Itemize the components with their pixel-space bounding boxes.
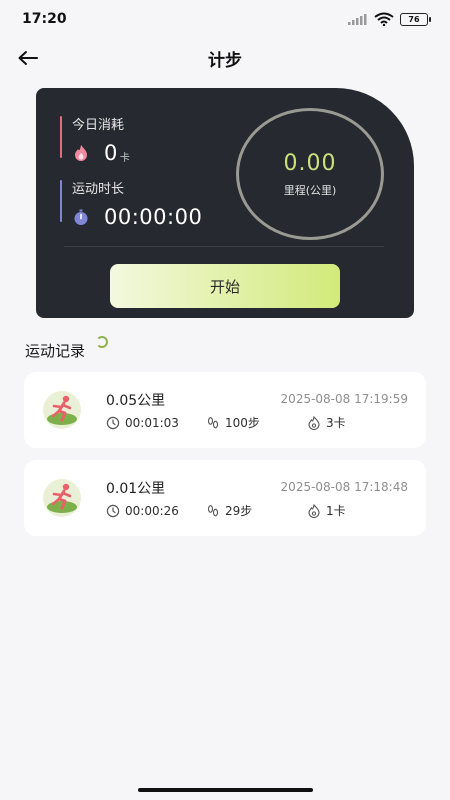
record-meta: 00:01:03 100步 3卡 <box>106 414 346 431</box>
duration-value-row: 00:00:00 <box>72 205 202 229</box>
record-datetime: 2025-08-08 17:18:48 <box>280 480 408 494</box>
record-distance: 0.05公里 <box>106 393 166 409</box>
calories-unit: 卡 <box>119 152 130 164</box>
duration-value: 00:00:00 <box>104 205 203 229</box>
record-calories: 1卡 <box>326 504 346 518</box>
record-steps-item: 29步 <box>206 502 307 519</box>
record-duration: 00:00:26 <box>125 503 179 518</box>
signal-icon <box>348 14 367 25</box>
start-button[interactable]: 开始 <box>110 264 340 308</box>
runner-icon <box>43 391 81 429</box>
calories-bar <box>60 116 62 158</box>
distance-label: 里程(公里) <box>283 183 337 197</box>
calories-value-row: 0 卡 <box>72 141 130 165</box>
back-button[interactable] <box>14 44 42 72</box>
flame-icon <box>75 145 87 161</box>
page-title: 计步 <box>208 50 242 71</box>
battery-icon: 76 <box>400 12 431 26</box>
duration-label: 运动时长 <box>72 182 125 197</box>
record-card[interactable]: 0.05公里 2025-08-08 17:19:59 00:01:03 100步… <box>24 372 426 448</box>
record-duration-item: 00:01:03 <box>106 416 206 430</box>
flame-outline-icon <box>308 503 320 518</box>
clock-icon <box>106 504 120 517</box>
footprints-icon <box>207 416 219 428</box>
status-icons: 76 <box>348 12 431 26</box>
records-title: 运动记录 <box>25 342 86 360</box>
record-calories: 3卡 <box>326 416 346 430</box>
record-steps: 100步 <box>225 416 260 430</box>
wifi-icon <box>374 12 394 26</box>
record-distance: 0.01公里 <box>106 481 166 497</box>
record-duration: 00:01:03 <box>125 415 179 430</box>
record-calories-item: 1卡 <box>307 502 346 519</box>
record-datetime: 2025-08-08 17:19:59 <box>280 392 408 406</box>
home-indicator <box>138 788 313 792</box>
calories-block: 今日消耗 0 卡 <box>60 114 130 165</box>
flame-outline-icon <box>308 415 320 430</box>
runner-icon <box>43 479 81 517</box>
record-card[interactable]: 0.01公里 2025-08-08 17:18:48 00:00:26 29步 … <box>24 460 426 536</box>
header: 计步 <box>0 40 450 76</box>
duration-bar <box>60 180 62 222</box>
record-steps: 29步 <box>225 504 253 518</box>
status-time: 17:20 <box>22 11 67 27</box>
calories-value: 0 <box>104 141 118 165</box>
record-steps-item: 100步 <box>206 414 307 431</box>
arrow-left-icon <box>18 51 38 65</box>
card-divider <box>64 246 384 247</box>
record-meta: 00:00:26 29步 1卡 <box>106 502 346 519</box>
distance-ring: 0.00 里程(公里) <box>236 108 384 240</box>
stats-card: 今日消耗 0 卡 运动时长 00:00:00 0.00 里程(公里) 开始 <box>36 88 414 318</box>
calories-label: 今日消耗 <box>72 118 125 133</box>
duration-block: 运动时长 00:00:00 <box>60 178 202 229</box>
clock-icon <box>106 416 120 429</box>
record-calories-item: 3卡 <box>307 414 346 431</box>
footprints-icon <box>207 504 219 516</box>
battery-level: 76 <box>408 14 420 24</box>
section-decoration-icon <box>96 336 108 348</box>
stopwatch-icon <box>74 209 88 225</box>
record-duration-item: 00:00:26 <box>106 504 206 518</box>
distance-value: 0.00 <box>283 150 337 176</box>
status-bar: 17:20 76 <box>0 0 450 38</box>
